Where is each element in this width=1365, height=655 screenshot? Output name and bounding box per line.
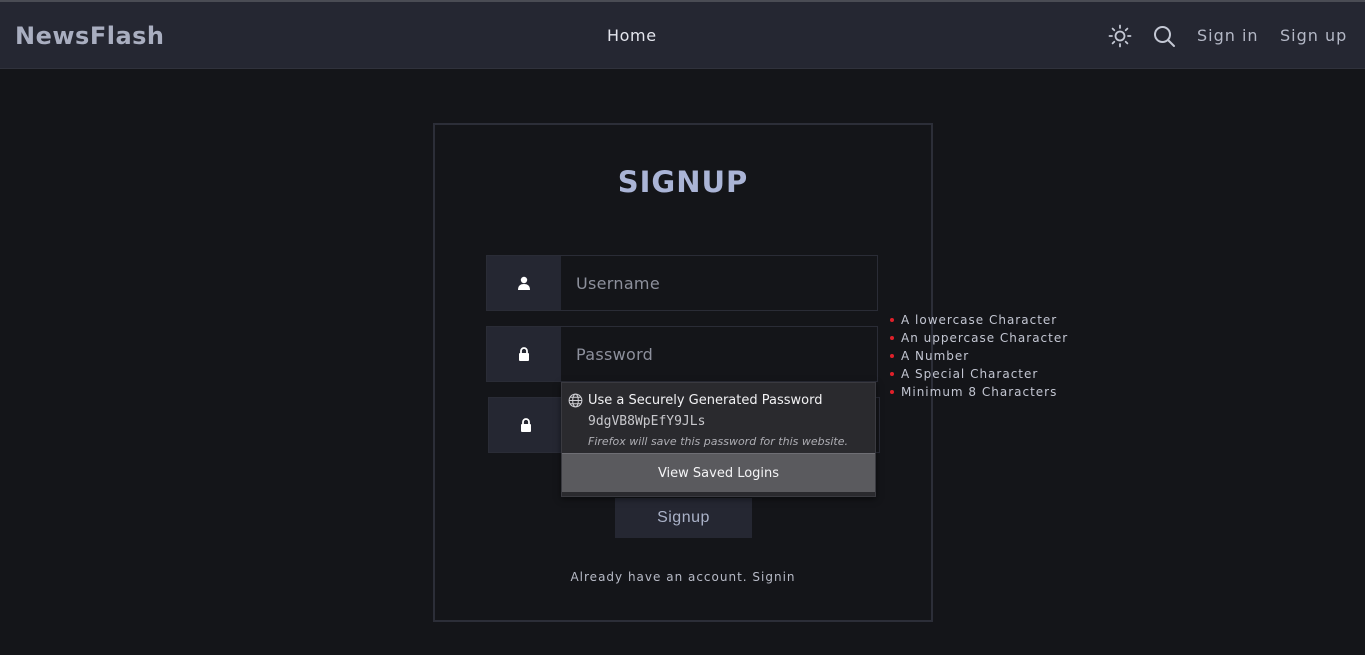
nav-signup-link[interactable]: Sign up: [1280, 26, 1347, 45]
signin-link[interactable]: Already have an account. Signin: [435, 570, 931, 584]
rule-item: An uppercase Character: [890, 329, 1068, 347]
username-field[interactable]: Username: [486, 255, 878, 311]
password-rules-list: A lowercase Character An uppercase Chara…: [890, 311, 1068, 401]
search-icon[interactable]: [1152, 24, 1176, 48]
page-title: SIGNUP: [617, 165, 749, 199]
nav-signin-link[interactable]: Sign in: [1197, 26, 1259, 45]
popup-heading: Use a Securely Generated Password: [588, 393, 823, 408]
lock-icon: [487, 327, 561, 381]
rule-item: A lowercase Character: [890, 311, 1068, 329]
generated-password-option[interactable]: Use a Securely Generated Password: [568, 393, 822, 408]
signup-card: SIGNUP Username Password Signup Already …: [433, 123, 933, 622]
globe-icon: [568, 393, 583, 408]
navbar: NewsFlash Home Sign in Sign up: [0, 2, 1365, 69]
password-input[interactable]: Password: [561, 327, 877, 381]
view-saved-logins-button[interactable]: View Saved Logins: [562, 453, 875, 492]
bullet-icon: [890, 336, 894, 340]
signup-button[interactable]: Signup: [615, 498, 752, 538]
lock-icon: [489, 398, 563, 452]
username-input[interactable]: Username: [561, 256, 877, 310]
user-icon: [487, 256, 561, 310]
password-autofill-popup: Use a Securely Generated Password 9dgVB8…: [561, 382, 876, 497]
rule-item: A Number: [890, 347, 1068, 365]
rule-item: A Special Character: [890, 365, 1068, 383]
bullet-icon: [890, 390, 894, 394]
bullet-icon: [890, 318, 894, 322]
bullet-icon: [890, 372, 894, 376]
popup-note: Firefox will save this password for this…: [588, 435, 848, 448]
generated-password[interactable]: 9dgVB8WpEfY9JLs: [588, 414, 705, 429]
brand-logo[interactable]: NewsFlash: [15, 22, 165, 50]
nav-home-link[interactable]: Home: [607, 26, 657, 45]
sun-icon[interactable]: [1108, 24, 1132, 48]
bullet-icon: [890, 354, 894, 358]
rule-item: Minimum 8 Characters: [890, 383, 1068, 401]
password-field[interactable]: Password: [486, 326, 878, 382]
